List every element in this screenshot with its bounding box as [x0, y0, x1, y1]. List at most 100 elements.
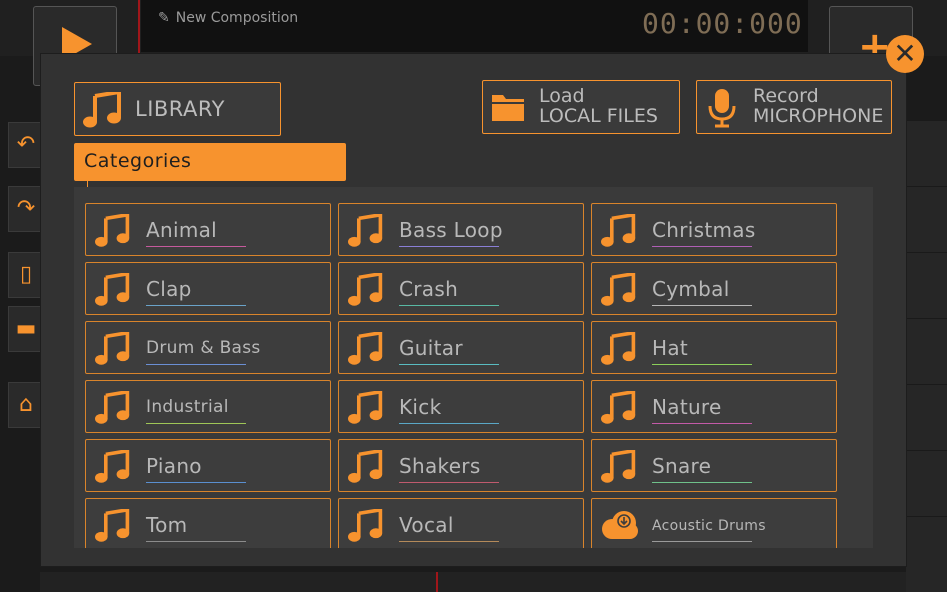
record-microphone-button[interactable]: Record MICROPHONE: [696, 80, 892, 134]
undo-button[interactable]: ↶: [8, 122, 44, 168]
music-note-icon: [601, 273, 636, 306]
music-note-icon: [95, 332, 130, 365]
category-tile-hat[interactable]: Hat: [591, 321, 837, 374]
category-name: Hat: [652, 336, 689, 360]
pencil-icon: ✎: [158, 10, 170, 26]
library-label: LIBRARY: [135, 97, 225, 121]
category-tile-vocal[interactable]: Vocal: [338, 498, 584, 548]
music-note-icon: [95, 214, 130, 247]
library-button[interactable]: LIBRARY: [74, 82, 281, 136]
folder-icon: [492, 95, 524, 121]
music-note-icon: [348, 391, 383, 424]
music-note-icon: [95, 391, 130, 424]
category-tile-drum-bass[interactable]: Drum & Bass: [85, 321, 331, 374]
category-name: Piano: [146, 454, 202, 478]
category-name: Industrial: [146, 397, 229, 417]
category-tile-tom[interactable]: Tom: [85, 498, 331, 548]
category-name: Tom: [146, 513, 188, 537]
music-note-icon: [95, 450, 130, 483]
category-tile-shakers[interactable]: Shakers: [338, 439, 584, 492]
category-tile-clap[interactable]: Clap: [85, 262, 331, 315]
category-tile-cymbal[interactable]: Cymbal: [591, 262, 837, 315]
home-icon: ⌂: [19, 392, 33, 417]
composition-title[interactable]: ✎ New Composition: [158, 10, 298, 26]
category-tile-crash[interactable]: Crash: [338, 262, 584, 315]
category-underline: [146, 423, 246, 424]
category-underline: [146, 364, 246, 365]
category-name: Snare: [652, 454, 712, 478]
music-note-icon: [348, 450, 383, 483]
category-tile-industrial[interactable]: Industrial: [85, 380, 331, 433]
undo-icon: ↶: [16, 132, 36, 157]
new-file-button[interactable]: ▯: [8, 252, 44, 298]
cloud-download-icon: [602, 511, 638, 539]
music-note-icon: [348, 214, 383, 247]
category-underline: [146, 305, 246, 306]
category-tile-animal[interactable]: Animal: [85, 203, 331, 256]
category-name: Clap: [146, 277, 192, 301]
music-note-icon: [601, 214, 636, 247]
category-underline: [652, 364, 752, 365]
category-name: Shakers: [399, 454, 481, 478]
load-local-files-button[interactable]: Load LOCAL FILES: [482, 80, 680, 134]
category-underline: [652, 423, 752, 424]
category-underline: [399, 541, 499, 542]
music-note-icon: [601, 391, 636, 424]
category-name: Crash: [399, 277, 459, 301]
categories-header: Categories: [74, 143, 346, 181]
microphone-icon: [708, 89, 736, 128]
category-underline: [652, 541, 752, 542]
folder-icon: ▬: [15, 316, 37, 341]
category-underline: [652, 305, 752, 306]
music-note-icon: [83, 92, 121, 128]
close-button[interactable]: ✕: [886, 35, 924, 73]
music-note-icon: [348, 509, 383, 542]
category-tile-kick[interactable]: Kick: [338, 380, 584, 433]
open-folder-button[interactable]: ▬: [8, 306, 44, 352]
category-tile-nature[interactable]: Nature: [591, 380, 837, 433]
music-note-icon: [601, 332, 636, 365]
file-icon: ▯: [19, 262, 33, 287]
local-files-label: LOCAL FILES: [539, 105, 658, 127]
category-name: Vocal: [399, 513, 454, 537]
category-name: Drum & Bass: [146, 338, 261, 358]
category-name: Kick: [399, 395, 442, 419]
microphone-label: MICROPHONE: [753, 105, 884, 127]
music-note-icon: [601, 450, 636, 483]
redo-button[interactable]: ↷: [8, 186, 44, 232]
category-tile-bass-loop[interactable]: Bass Loop: [338, 203, 584, 256]
category-underline: [146, 541, 246, 542]
playhead-marker: [138, 0, 140, 56]
categories-grid: Animal Bass Loop Christmas Clap Crash Cymbal D…: [74, 187, 873, 548]
category-tile-christmas[interactable]: Christmas: [591, 203, 837, 256]
category-underline: [399, 364, 499, 365]
category-underline: [399, 482, 499, 483]
category-underline: [146, 482, 246, 483]
music-note-icon: [95, 509, 130, 542]
category-tile-acoustic-drums[interactable]: Acoustic Drums: [591, 498, 837, 548]
record-label: Record: [753, 85, 819, 107]
timeline-strip: [40, 572, 906, 592]
category-underline: [652, 246, 752, 247]
category-tile-snare[interactable]: Snare: [591, 439, 837, 492]
category-tile-guitar[interactable]: Guitar: [338, 321, 584, 374]
category-name: Guitar: [399, 336, 463, 360]
category-underline: [652, 482, 752, 483]
categories-label: Categories: [84, 150, 192, 172]
category-name: Bass Loop: [399, 218, 503, 242]
close-icon: ✕: [893, 37, 917, 70]
music-note-icon: [95, 273, 130, 306]
music-note-icon: [348, 273, 383, 306]
category-name: Animal: [146, 218, 218, 242]
category-tile-piano[interactable]: Piano: [85, 439, 331, 492]
category-underline: [399, 246, 499, 247]
category-underline: [399, 305, 499, 306]
music-note-icon: [348, 332, 383, 365]
timer-display: 00:00:000: [642, 7, 803, 40]
category-name: Christmas: [652, 218, 756, 242]
home-button[interactable]: ⌂: [8, 382, 44, 428]
category-name: Cymbal: [652, 277, 730, 301]
timeline-marker: [436, 572, 438, 592]
category-underline: [399, 423, 499, 424]
right-track-panel: [906, 120, 947, 592]
